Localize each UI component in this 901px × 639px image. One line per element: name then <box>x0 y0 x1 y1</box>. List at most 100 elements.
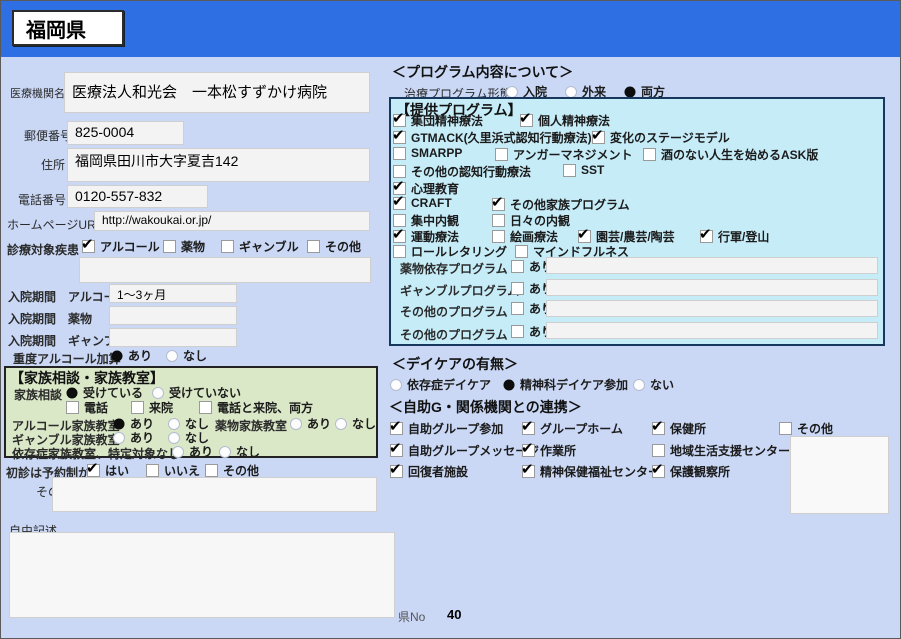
other-program1-field[interactable] <box>546 300 878 317</box>
program-item[interactable]: 行軍/登山 <box>699 225 769 245</box>
drug-class-nashi[interactable]: なし <box>335 415 376 432</box>
radio-icon[interactable] <box>290 417 302 430</box>
checkbox-icon[interactable] <box>577 225 591 243</box>
checkbox-icon[interactable] <box>511 260 524 273</box>
checkbox-icon[interactable] <box>495 148 508 161</box>
checkbox-icon[interactable] <box>521 417 535 435</box>
checkbox-icon[interactable] <box>221 240 234 253</box>
checkbox-icon[interactable] <box>393 245 406 258</box>
checkbox-icon[interactable] <box>511 325 524 338</box>
checkbox-icon[interactable] <box>392 192 406 210</box>
checkbox-icon[interactable] <box>511 282 524 295</box>
coop-item[interactable]: 精神保健福祉センター <box>521 460 660 480</box>
severe-alcohol-nashi[interactable]: なし <box>166 347 207 364</box>
general-class-ari[interactable]: あり <box>172 443 213 460</box>
checkbox-icon[interactable] <box>511 302 524 315</box>
checkbox-icon[interactable] <box>492 214 505 227</box>
program-item[interactable]: 変化のステージモデル <box>591 126 730 146</box>
radio-icon[interactable] <box>168 417 180 430</box>
checkbox-icon[interactable] <box>521 439 535 457</box>
daycare-none[interactable]: ない <box>633 376 674 393</box>
disease-option-alcohol[interactable]: アルコール <box>81 235 160 255</box>
radio-icon[interactable] <box>111 349 123 362</box>
gambling-program-field[interactable] <box>546 279 878 296</box>
checkbox-icon[interactable] <box>779 422 792 435</box>
checkbox-icon[interactable] <box>66 401 79 414</box>
radio-icon[interactable] <box>390 378 402 391</box>
radio-icon[interactable] <box>624 85 636 98</box>
radio-icon[interactable] <box>152 386 164 399</box>
program-item[interactable]: ロールレタリング <box>393 243 507 260</box>
radio-icon[interactable] <box>335 417 347 430</box>
checkbox-icon[interactable] <box>492 230 505 243</box>
radio-icon[interactable] <box>565 85 577 98</box>
institution-field[interactable]: 医療法人和光会 一本松すずかけ病院 <box>64 72 370 113</box>
checkbox-icon[interactable] <box>521 460 535 478</box>
coop-item[interactable]: 保健所 <box>651 417 706 437</box>
radio-icon[interactable] <box>219 445 231 458</box>
family-method-both[interactable]: 電話と来院、両方 <box>199 399 313 416</box>
coop-item[interactable]: 作業所 <box>521 439 576 459</box>
disease-option-drug[interactable]: 薬物 <box>163 238 205 255</box>
checkbox-icon[interactable] <box>651 460 665 478</box>
checkbox-icon[interactable] <box>199 401 212 414</box>
program-item[interactable]: SMARPP <box>393 146 462 160</box>
disease-option-other[interactable]: その他 <box>307 238 361 255</box>
checkbox-icon[interactable] <box>146 464 159 477</box>
radio-icon[interactable] <box>172 445 184 458</box>
checkbox-icon[interactable] <box>591 126 605 144</box>
checkbox-icon[interactable] <box>389 439 403 457</box>
coop-item[interactable]: 自助グループ参加 <box>389 417 503 437</box>
family-method-phone[interactable]: 電話 <box>66 399 108 416</box>
coop-item[interactable]: グループホーム <box>521 417 623 437</box>
radio-icon[interactable] <box>633 378 645 391</box>
program-item[interactable]: GTMACK(久里浜式認知行動療法) <box>392 126 592 146</box>
checkbox-icon[interactable] <box>652 444 665 457</box>
coop-item-other[interactable]: その他 <box>779 420 833 437</box>
checkbox-icon[interactable] <box>163 240 176 253</box>
coop-item[interactable]: 保護観察所 <box>651 460 730 480</box>
checkbox-icon[interactable] <box>392 126 406 144</box>
drug-class-ari[interactable]: あり <box>290 415 331 432</box>
other-program2-field[interactable] <box>546 322 878 339</box>
severe-alcohol-ari[interactable]: あり <box>111 347 152 364</box>
daycare-addiction[interactable]: 依存症デイケア <box>390 376 491 393</box>
disease-other-field[interactable] <box>79 257 371 283</box>
gambling-class-ari[interactable]: あり <box>113 429 154 446</box>
radio-icon[interactable] <box>166 349 178 362</box>
postal-field[interactable]: 825-0004 <box>67 121 184 145</box>
radio-icon[interactable] <box>66 386 78 399</box>
checkbox-icon[interactable] <box>389 460 403 478</box>
phone-field[interactable]: 0120-557-832 <box>67 185 208 208</box>
program-item[interactable]: その他の認知行動療法 <box>393 163 531 180</box>
program-item[interactable]: アンガーマネジメント <box>495 146 633 163</box>
address-field[interactable]: 福岡県田川市大字夏吉142 <box>67 148 370 182</box>
program-item[interactable]: 酒のない人生を始めるASK版 <box>643 146 818 163</box>
radio-icon[interactable] <box>113 417 125 430</box>
checkbox-icon[interactable] <box>307 240 320 253</box>
radio-icon[interactable] <box>168 431 180 444</box>
program-item[interactable]: 日々の内観 <box>492 212 570 229</box>
checkbox-icon[interactable] <box>491 193 505 211</box>
general-class-nashi[interactable]: なし <box>219 443 260 460</box>
checkbox-icon[interactable] <box>515 245 528 258</box>
daycare-psychiatric[interactable]: 精神科デイケア参加 <box>503 376 628 393</box>
checkbox-icon[interactable] <box>86 459 100 477</box>
coop-item[interactable]: 地域生活支援センター <box>652 442 790 459</box>
checkbox-icon[interactable] <box>699 225 713 243</box>
checkbox-icon[interactable] <box>519 109 533 127</box>
admission-gambling-field[interactable] <box>109 328 237 347</box>
admission-alcohol-field[interactable]: 1～3ヶ月 <box>109 284 237 303</box>
coop-other-field[interactable] <box>790 436 889 514</box>
checkbox-icon[interactable] <box>389 417 403 435</box>
radio-icon[interactable] <box>113 431 125 444</box>
family-method-visit[interactable]: 来院 <box>131 399 173 416</box>
checkbox-icon[interactable] <box>131 401 144 414</box>
program-item[interactable]: その他家族プログラム <box>491 193 630 213</box>
checkbox-icon[interactable] <box>651 417 665 435</box>
checkbox-icon[interactable] <box>643 148 656 161</box>
checkbox-icon[interactable] <box>81 235 95 253</box>
checkbox-icon[interactable] <box>563 163 576 177</box>
homepage-field[interactable]: http://wakoukai.or.jp/ <box>94 211 370 231</box>
radio-icon[interactable] <box>503 378 515 391</box>
